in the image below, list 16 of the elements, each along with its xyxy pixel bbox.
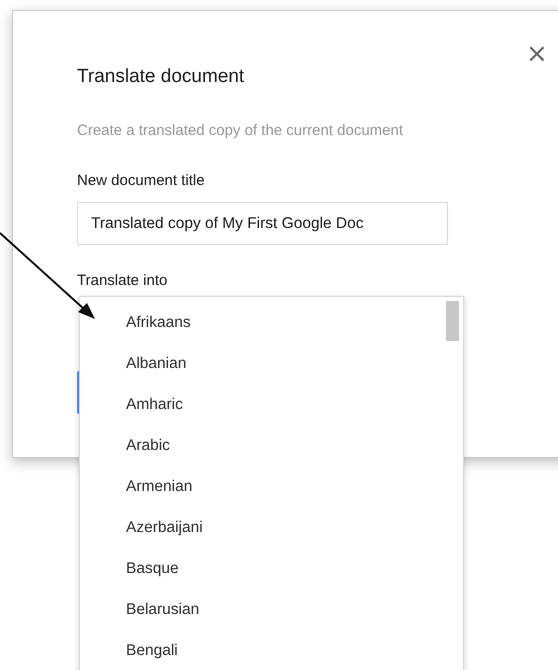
- language-option[interactable]: Bengali: [80, 630, 463, 670]
- language-option[interactable]: Armenian: [80, 466, 463, 507]
- language-option[interactable]: Albanian: [80, 343, 463, 384]
- language-option[interactable]: Amharic: [80, 384, 463, 425]
- close-button[interactable]: ×: [523, 41, 551, 67]
- scrollbar-thumb[interactable]: [446, 301, 459, 341]
- language-option[interactable]: Arabic: [80, 425, 463, 466]
- dialog-title: Translate document: [77, 65, 246, 89]
- language-option[interactable]: Afrikaans: [80, 302, 463, 343]
- title-input-field[interactable]: Translated copy of My First Google Doc: [77, 202, 448, 245]
- language-option[interactable]: Belarusian: [80, 589, 463, 630]
- field-label: Translate into: [77, 271, 168, 291]
- language-option[interactable]: Azerbaijani: [80, 507, 463, 548]
- field-label: New document title: [77, 171, 206, 191]
- dialog-subtitle: Create a translated copy of the current document: [77, 121, 404, 141]
- language-option[interactable]: Basque: [80, 548, 463, 589]
